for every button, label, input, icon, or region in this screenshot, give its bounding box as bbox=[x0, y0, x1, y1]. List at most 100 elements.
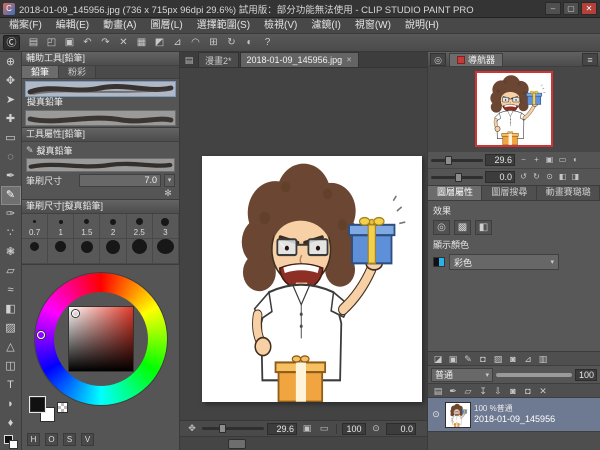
menu-item-3[interactable]: 圖層(L) bbox=[143, 18, 189, 34]
new-vector-layer-icon[interactable]: ✒ bbox=[446, 385, 460, 397]
wrench-icon[interactable]: ✻ bbox=[161, 188, 175, 199]
fit-to-screen-icon[interactable]: ▣ bbox=[543, 154, 556, 166]
snap-grid-icon[interactable]: ⊞ bbox=[205, 35, 222, 50]
actual-size-icon[interactable]: ▭ bbox=[556, 154, 569, 166]
subtool-panel-header[interactable]: 輔助工具[鉛筆] bbox=[22, 52, 179, 66]
palette-color-icon[interactable]: ▥ bbox=[536, 353, 550, 365]
rotate-right-icon[interactable]: ↻ bbox=[530, 171, 543, 183]
menu-item-5[interactable]: 檢視(V) bbox=[257, 18, 304, 34]
frame-border-tool[interactable]: ◫ bbox=[1, 357, 21, 376]
merge-with-lower-layer-icon[interactable]: ⇩ bbox=[491, 385, 505, 397]
draft-layer-icon[interactable]: ✎ bbox=[461, 353, 475, 365]
pencil-tool[interactable]: ✎ bbox=[1, 186, 21, 205]
color-wheel[interactable] bbox=[35, 273, 167, 405]
rotation-value[interactable]: 0.0 bbox=[386, 423, 416, 435]
brush-size-cell-0-5[interactable]: 3 bbox=[153, 214, 179, 239]
navigator-zoom-value[interactable]: 29.6 bbox=[485, 154, 515, 166]
brush-size-cell-0-4[interactable]: 2.5 bbox=[127, 214, 153, 239]
menu-item-7[interactable]: 視窗(W) bbox=[348, 18, 398, 34]
status-indicator-icon[interactable] bbox=[228, 439, 246, 449]
reset-rotation-icon[interactable]: ⊙ bbox=[369, 422, 383, 435]
tool-property-header[interactable]: 工具屬性[鉛筆] bbox=[22, 128, 179, 142]
blend-mode-select[interactable]: 普通 ▾ bbox=[431, 368, 493, 382]
balloon-tool[interactable]: ◗ bbox=[1, 395, 21, 414]
enable-mask-icon[interactable]: ◙ bbox=[506, 353, 520, 365]
zoom-tool[interactable]: ⊕ bbox=[1, 53, 21, 72]
transparent-color-chip[interactable] bbox=[57, 402, 68, 413]
canvas-tab-0[interactable]: 漫畫2* bbox=[198, 52, 239, 67]
zoom-100-button[interactable]: 100 bbox=[342, 423, 366, 435]
flip-view-icon[interactable]: ◐ bbox=[241, 35, 258, 50]
opacity-slider[interactable] bbox=[496, 373, 572, 377]
figure-tool[interactable]: △ bbox=[1, 338, 21, 357]
rotate-left-icon[interactable]: ↺ bbox=[517, 171, 530, 183]
navigator-rotate-knob[interactable] bbox=[455, 173, 462, 182]
close-button[interactable]: ✕ bbox=[581, 2, 597, 15]
tone-effect-icon[interactable]: ▩ bbox=[454, 220, 471, 235]
move-tool[interactable]: ✥ bbox=[1, 72, 21, 91]
zoom-value[interactable]: 29.6 bbox=[267, 423, 297, 435]
clear-icon[interactable]: ✕ bbox=[115, 35, 132, 50]
navigator-zoom-knob[interactable] bbox=[445, 156, 452, 165]
minimize-button[interactable]: – bbox=[545, 2, 561, 15]
fit-to-screen-icon[interactable]: ▣ bbox=[300, 422, 314, 435]
menu-item-1[interactable]: 編輯(E) bbox=[49, 18, 96, 34]
menu-item-4[interactable]: 選擇範圍(S) bbox=[190, 18, 257, 34]
subtool-item-realistic-pencil[interactable] bbox=[25, 81, 176, 97]
tab-navigator[interactable]: 導航器 bbox=[449, 53, 503, 66]
menu-item-0[interactable]: 檔案(F) bbox=[2, 18, 49, 34]
flip-view-icon[interactable]: ◐ bbox=[569, 154, 582, 166]
eraser-tool[interactable]: ▱ bbox=[1, 262, 21, 281]
snap-ruler-icon[interactable]: ⊿ bbox=[169, 35, 186, 50]
help-icon[interactable]: ? bbox=[259, 35, 276, 50]
lock-layer-icon[interactable]: ◘ bbox=[476, 353, 490, 365]
brush-size-cell-1-4[interactable] bbox=[127, 239, 153, 264]
brush-size-cell-1-3[interactable] bbox=[100, 239, 126, 264]
magnifier-icon[interactable]: ◎ bbox=[430, 53, 446, 66]
menu-item-6[interactable]: 濾鏡(I) bbox=[304, 18, 347, 34]
new-layer-folder-icon[interactable]: ▱ bbox=[461, 385, 475, 397]
brush-size-dropdown-icon[interactable]: ▾ bbox=[164, 174, 175, 187]
layer-property-tab-0[interactable]: 圖層屬性 bbox=[428, 186, 482, 200]
undo-icon[interactable]: ↶ bbox=[79, 35, 96, 50]
zoom-in-icon[interactable]: + bbox=[530, 154, 543, 166]
brush-size-cell-1-0[interactable] bbox=[22, 239, 48, 264]
airbrush-tool[interactable]: ∵ bbox=[1, 224, 21, 243]
border-effect-icon[interactable]: ◎ bbox=[433, 220, 450, 235]
brush-tool[interactable]: ✑ bbox=[1, 205, 21, 224]
color-mode-v[interactable]: V bbox=[81, 433, 94, 446]
rotate-view-icon[interactable]: ↻ bbox=[223, 35, 240, 50]
fill-tool[interactable]: ◧ bbox=[1, 300, 21, 319]
gradient-tool[interactable]: ▨ bbox=[1, 319, 21, 338]
toolstrip-background-chip[interactable] bbox=[9, 440, 18, 449]
tab-close-icon[interactable]: ✕ bbox=[346, 56, 352, 64]
blend-tool[interactable]: ≈ bbox=[1, 281, 21, 300]
snap-special-ruler-icon[interactable]: ◠ bbox=[187, 35, 204, 50]
zoom-slider[interactable] bbox=[202, 427, 264, 430]
text-tool[interactable]: T bbox=[1, 376, 21, 395]
apply-mask-icon[interactable]: ◘ bbox=[521, 385, 535, 397]
decoration-tool[interactable]: ❃ bbox=[1, 243, 21, 262]
navigator-thumbnail[interactable] bbox=[475, 71, 553, 147]
subtool-tab-0[interactable]: 鉛筆 bbox=[22, 66, 59, 78]
reference-layer-icon[interactable]: ▣ bbox=[446, 353, 460, 365]
lock-transparent-pixels-icon[interactable]: ▨ bbox=[491, 353, 505, 365]
hue-selector[interactable] bbox=[37, 331, 45, 339]
brush-size-cell-0-2[interactable]: 1.5 bbox=[74, 214, 100, 239]
navigator-preview-area[interactable] bbox=[428, 67, 600, 151]
menu-item-2[interactable]: 動畫(A) bbox=[96, 18, 143, 34]
navigator-zoom-slider[interactable] bbox=[431, 159, 483, 162]
navigator-rotate-slider[interactable] bbox=[431, 176, 483, 179]
layer-move-tool[interactable]: ✚ bbox=[1, 110, 21, 129]
layer-visible-icon[interactable]: ⊙ bbox=[430, 409, 442, 420]
opacity-value[interactable]: 100 bbox=[575, 369, 597, 381]
selection-tool[interactable]: ▭ bbox=[1, 129, 21, 148]
clip-studio-button[interactable]: Ⓒ bbox=[3, 35, 20, 50]
saturation-value-square[interactable] bbox=[68, 306, 134, 372]
document-list-icon[interactable]: ▤ bbox=[182, 54, 196, 67]
flip-vertical-icon[interactable]: ◨ bbox=[569, 171, 582, 183]
brush-size-panel-header[interactable]: 筆刷尺寸[擬真鉛筆] bbox=[22, 200, 179, 214]
foreground-color-chip[interactable] bbox=[30, 397, 45, 412]
brush-size-cell-0-0[interactable]: 0.7 bbox=[22, 214, 48, 239]
layer-color-icon[interactable]: ◧ bbox=[475, 220, 492, 235]
